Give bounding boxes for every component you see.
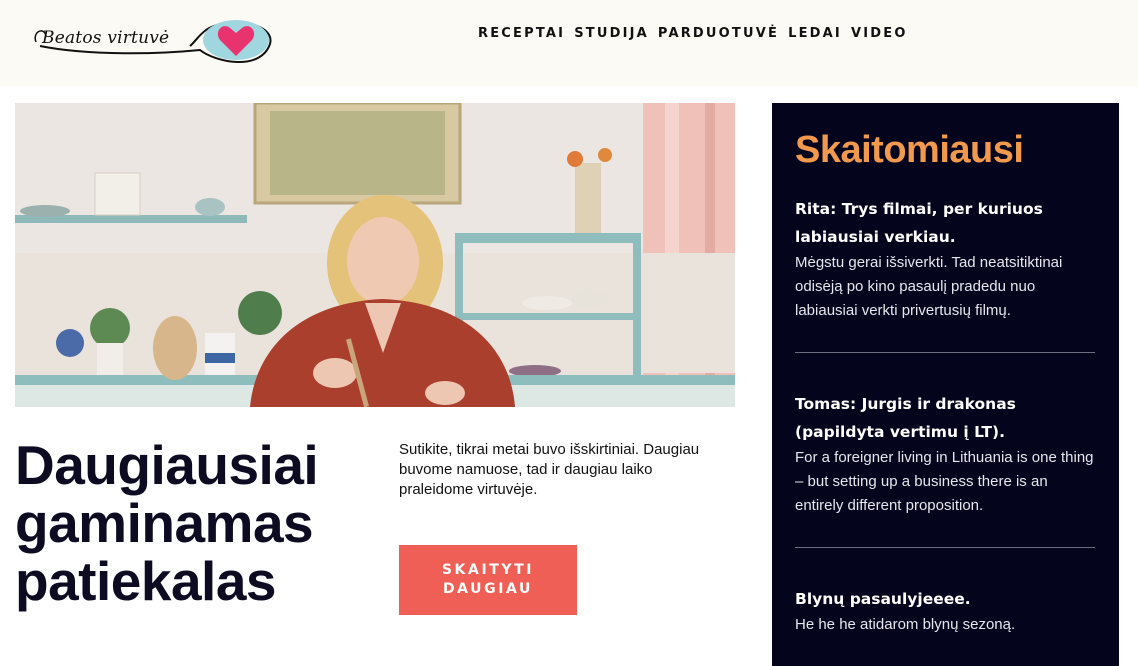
sidebar-item-desc: Mėgstu gerai išsiverkti. Tad neatsitikti… [795, 254, 1063, 319]
divider [795, 352, 1095, 353]
sidebar-item-desc: He he he atidarom blynų sezoną. [795, 616, 1016, 633]
sidebar-item-desc: For a foreigner living in Lithuania is o… [795, 449, 1094, 514]
list-item: Rita: Trys filmai, per kuriuos labiausia… [795, 195, 1095, 323]
list-item: Blynų pasaulyjeeee. He he he atidarom bl… [795, 585, 1095, 637]
nav-item-video[interactable]: VIDEO [851, 26, 908, 41]
most-read-sidebar: Skaitomiausi Rita: Trys filmai, per kuri… [772, 103, 1119, 666]
hero-photo [15, 103, 735, 407]
main-nav: RECEPTAI STUDIJA PARDUOTUVĖ LEDAI VIDEO [478, 26, 917, 41]
hero-image [15, 103, 735, 407]
list-item: Tomas: Jurgis ir drakonas (papildyta ver… [795, 390, 1095, 518]
nav-item-ledai[interactable]: LEDAI [788, 26, 842, 41]
article-teaser: Sutikite, tikrai metai buvo išskirtiniai… [399, 441, 700, 498]
nav-item-parduotuve[interactable]: PARDUOTUVĖ [658, 26, 779, 41]
sidebar-title: Skaitomiausi [795, 129, 1024, 171]
nav-item-studija[interactable]: STUDIJA [574, 26, 649, 41]
read-more-label: SKAITYTI DAUGIAU [441, 562, 535, 597]
site-header: Beatos virtuvė RECEPTAI STUDIJA PARDUOTU… [0, 0, 1138, 86]
site-logo[interactable]: Beatos virtuvė [30, 12, 280, 72]
sidebar-item-title[interactable]: Tomas: Jurgis ir drakonas (papildyta ver… [795, 390, 1095, 446]
logo-text: Beatos virtuvė [42, 28, 170, 48]
sidebar-item-title[interactable]: Blynų pasaulyjeeee. [795, 585, 1095, 613]
divider [795, 547, 1095, 548]
nav-item-receptai[interactable]: RECEPTAI [478, 26, 565, 41]
sidebar-item-title[interactable]: Rita: Trys filmai, per kuriuos labiausia… [795, 195, 1095, 251]
read-more-button[interactable]: SKAITYTI DAUGIAU [399, 545, 577, 615]
article-headline: Daugiausiai gaminamas patiekalas [15, 434, 319, 612]
